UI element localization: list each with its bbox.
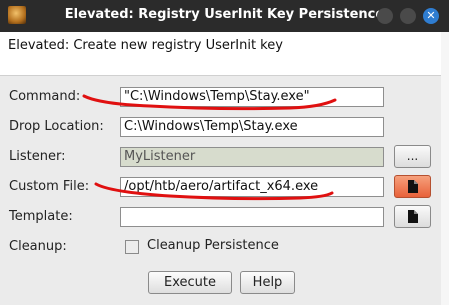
- cleanup-label: Cleanup:: [9, 239, 67, 254]
- drop-location-input[interactable]: C:\Windows\Temp\Stay.exe: [120, 117, 384, 137]
- maximize-button[interactable]: [400, 8, 416, 24]
- file-icon: [408, 180, 418, 193]
- command-label: Command:: [9, 89, 81, 104]
- custom-file-input[interactable]: /opt/htb/aero/artifact_x64.exe: [120, 177, 384, 197]
- description-panel: Elevated: Create new registry UserInit k…: [0, 32, 441, 76]
- cleanup-persistence-checkbox[interactable]: [125, 240, 139, 254]
- close-button[interactable]: ✕: [423, 8, 439, 24]
- title-bar[interactable]: Elevated: Registry UserInit Key Persiste…: [0, 0, 449, 32]
- description-text: Elevated: Create new registry UserInit k…: [8, 38, 283, 53]
- listener-label: Listener:: [9, 149, 66, 164]
- listener-browse-button[interactable]: ...: [394, 145, 431, 168]
- close-icon: ✕: [426, 9, 436, 22]
- window-edge: [441, 32, 449, 305]
- listener-field: MyListener: [120, 147, 384, 167]
- execute-button[interactable]: Execute: [148, 271, 232, 294]
- minimize-button[interactable]: [377, 8, 393, 24]
- custom-file-browse-button[interactable]: [394, 175, 431, 198]
- template-label: Template:: [9, 209, 73, 224]
- drop-location-label: Drop Location:: [9, 119, 104, 134]
- file-icon: [408, 210, 418, 223]
- template-input[interactable]: [120, 207, 384, 227]
- dialog-window: Elevated: Registry UserInit Key Persiste…: [0, 0, 449, 305]
- command-input[interactable]: "C:\Windows\Temp\Stay.exe": [120, 87, 384, 107]
- help-button[interactable]: Help: [240, 271, 295, 294]
- template-browse-button[interactable]: [394, 205, 431, 228]
- custom-file-label: Custom File:: [9, 179, 90, 194]
- cleanup-persistence-label[interactable]: Cleanup Persistence: [147, 238, 279, 253]
